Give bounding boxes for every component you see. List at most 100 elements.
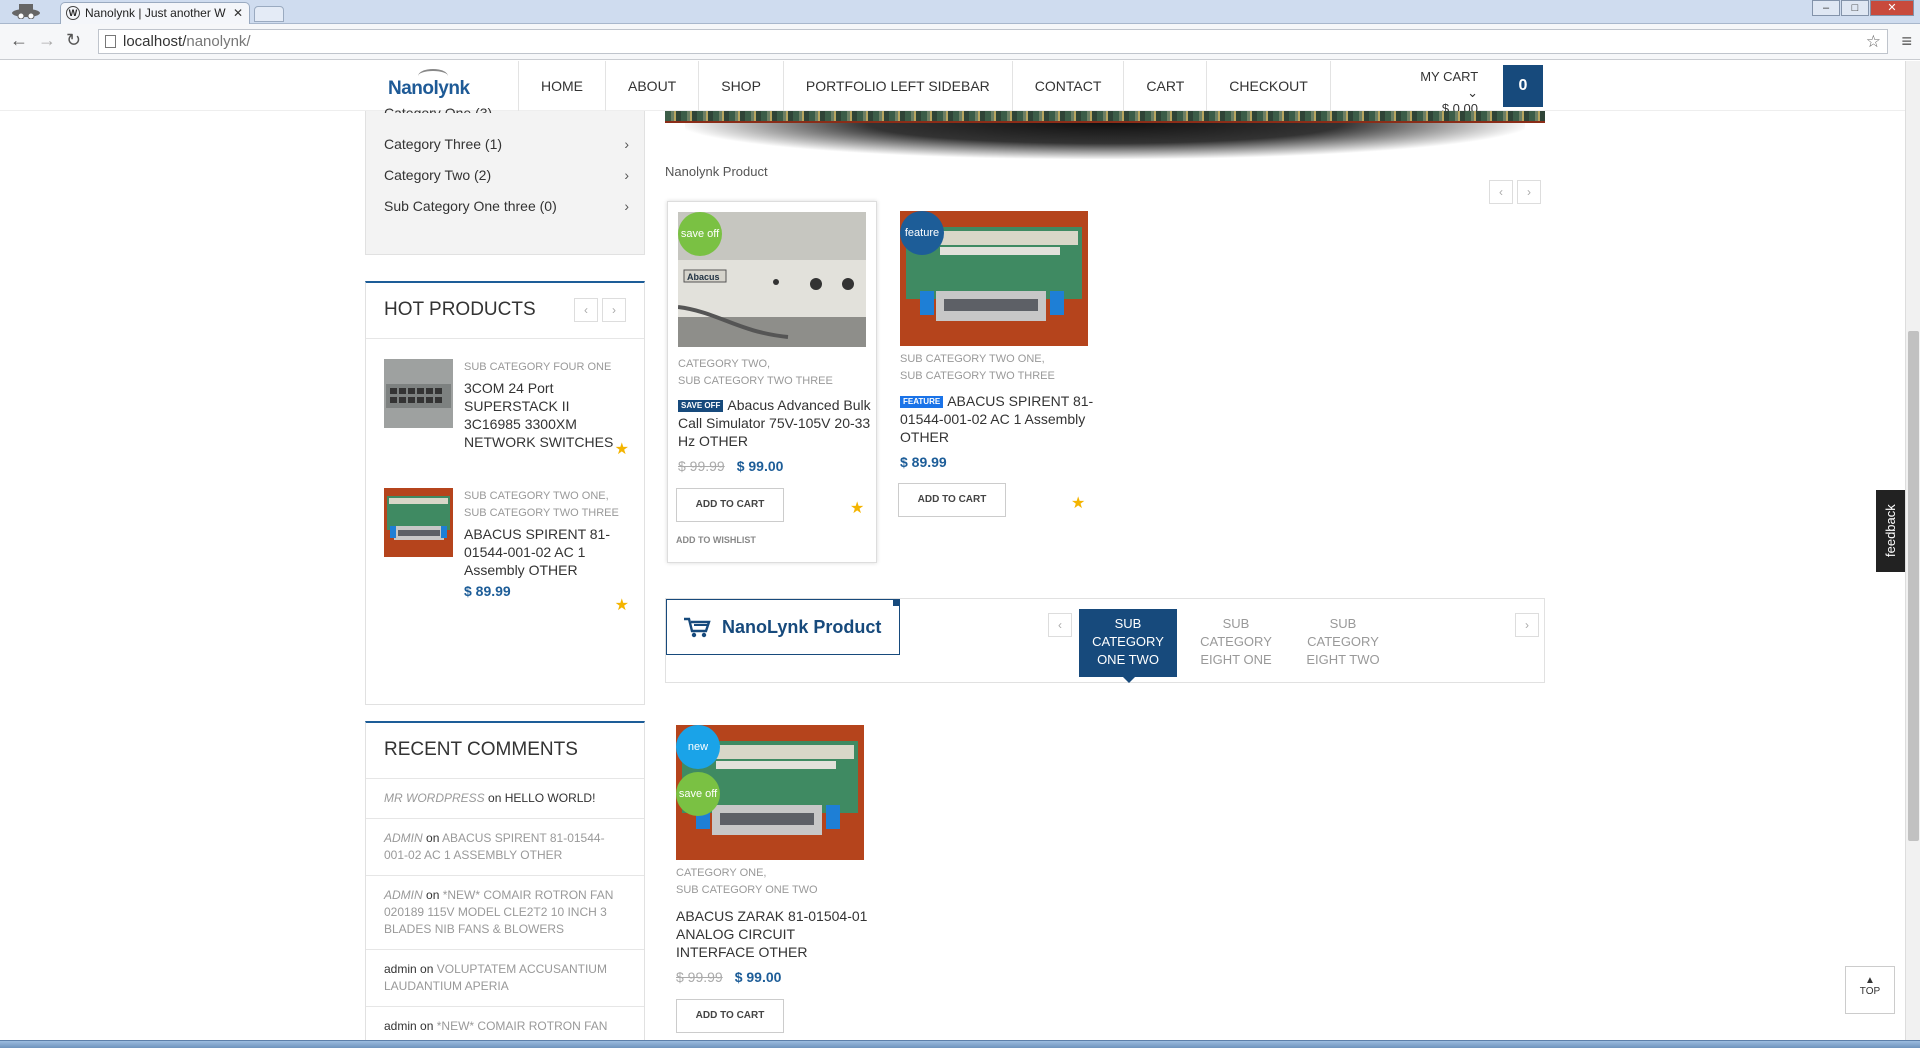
next-button[interactable]: › — [1517, 180, 1541, 204]
nav-shop[interactable]: SHOP — [699, 61, 784, 111]
nav-cart[interactable]: CART — [1124, 61, 1208, 111]
product-title[interactable]: ABACUS ZARAK 81-01504-01 ANALOG CIRCUIT … — [676, 907, 871, 961]
to-top-label: TOP — [1859, 986, 1881, 997]
reload-icon[interactable]: ↻ — [66, 30, 81, 51]
add-to-cart-button[interactable]: ADD TO CART — [676, 999, 784, 1033]
next-button[interactable]: › — [602, 298, 626, 322]
svg-text:Abacus: Abacus — [687, 272, 720, 282]
hot-product-info: SUB CATEGORY FOUR ONE 3COM 24 Port SUPER… — [464, 359, 629, 451]
tab-bar-heading: NanoLynk Product — [666, 599, 900, 655]
close-tab-icon[interactable]: ✕ — [233, 3, 243, 23]
product-price: $ 89.99 — [900, 454, 947, 470]
category-link[interactable]: SUB CATEGORY ONE TWO — [676, 882, 866, 899]
prev-button[interactable]: ‹ — [1048, 613, 1072, 637]
wordpress-icon: W — [66, 6, 80, 20]
nav-checkout[interactable]: CHECKOUT — [1207, 61, 1331, 111]
comment-author[interactable]: admin — [384, 962, 417, 976]
my-cart-dropdown[interactable]: MY CART ⌄ $ 0.00 — [1418, 69, 1478, 117]
product-price: $ 99.99 $ 99.00 — [678, 458, 783, 474]
chevron-right-icon: › — [624, 198, 629, 214]
comment-post-link[interactable]: *NEW* COMAIR ROTRON FAN — [437, 1019, 608, 1033]
product-card[interactable]: feature SUB CATEGORY TWO ONE, SUB CATEGO… — [898, 201, 1108, 521]
feedback-tab[interactable]: feedback — [1876, 490, 1906, 572]
product-categories[interactable]: SUB CATEGORY FOUR ONE — [464, 359, 629, 376]
comment-item: MR WORDPRESS on HELLO WORLD! — [366, 779, 644, 819]
comment-on: on — [488, 791, 502, 805]
save-off-badge: save off — [676, 772, 720, 816]
url-host: localhost/ — [123, 33, 187, 50]
add-to-cart-button[interactable]: ADD TO CART — [676, 488, 784, 522]
minimize-button[interactable]: – — [1812, 0, 1840, 16]
star-icon: ★ — [850, 500, 865, 517]
back-to-top-button[interactable]: ▲ TOP — [1845, 966, 1895, 1014]
product-card[interactable]: Abacus save off CATEGORY TWO, SUB CATEGO… — [667, 201, 877, 563]
comment-post-link[interactable]: HELLO WORLD! — [505, 791, 596, 805]
comment-author[interactable]: MR WORDPRESS — [384, 791, 485, 805]
my-cart-label: MY CART — [1420, 69, 1478, 84]
category-label: Category Two (2) — [384, 167, 492, 183]
back-icon[interactable]: ← — [10, 30, 28, 51]
product-thumbnail[interactable] — [384, 359, 453, 428]
category-label: Category Three (1) — [384, 136, 503, 152]
banner-slider-image[interactable] — [665, 111, 1545, 123]
window-controls: – □ ✕ — [1811, 0, 1914, 16]
product-categories: SUB CATEGORY TWO ONE, SUB CATEGORY TWO T… — [900, 351, 1090, 385]
comment-post-link[interactable]: VOLUPTATEM ACCUSANTIUM LAUDANTIUM APERIA — [384, 962, 607, 993]
site-logo[interactable]: Nanolynk — [388, 69, 470, 100]
comment-author[interactable]: admin — [384, 1019, 417, 1033]
vertical-scrollbar[interactable] — [1905, 61, 1920, 1041]
category-item[interactable]: Sub Category One three (0) › — [384, 198, 629, 214]
tab-sub-category-eight-one[interactable]: SUB CATEGORY EIGHT ONE — [1187, 609, 1285, 677]
category-link[interactable]: SUB CATEGORY TWO THREE — [678, 373, 868, 390]
site-header: Nanolynk HOME ABOUT SHOP PORTFOLIO LEFT … — [0, 61, 1905, 116]
nav-about[interactable]: ABOUT — [606, 61, 700, 111]
category-link[interactable]: SUB CATEGORY TWO THREE — [900, 368, 1090, 385]
star-icon: ★ — [1071, 495, 1086, 512]
hot-product-item[interactable]: SUB CATEGORY TWO ONE, SUB CATEGORY TWO T… — [384, 488, 629, 614]
url-path: nanolynk/ — [186, 33, 251, 50]
product-categories[interactable]: SUB CATEGORY TWO ONE, SUB CATEGORY TWO T… — [464, 488, 629, 522]
nav-contact[interactable]: CONTACT — [1013, 61, 1125, 111]
product-card[interactable]: new save off CATEGORY ONE, SUB CATEGORY … — [666, 715, 876, 1035]
prev-button[interactable]: ‹ — [1489, 180, 1513, 204]
product-title[interactable]: SAVE OFF Abacus Advanced Bulk Call Simula… — [678, 396, 878, 450]
browser-menu-icon[interactable]: ≡ — [1901, 31, 1912, 52]
hot-product-item[interactable]: SUB CATEGORY FOUR ONE 3COM 24 Port SUPER… — [384, 359, 629, 469]
category-item[interactable]: Category Three (1) › — [384, 136, 629, 152]
forward-icon[interactable]: → — [38, 30, 56, 51]
prev-button[interactable]: ‹ — [574, 298, 598, 322]
nav-portfolio-left-sidebar[interactable]: PORTFOLIO LEFT SIDEBAR — [784, 61, 1013, 111]
category-link[interactable]: CATEGORY TWO, — [678, 356, 868, 373]
tab-sub-category-one-two[interactable]: SUB CATEGORY ONE TWO — [1079, 609, 1177, 683]
product-price: $ 89.99 — [464, 583, 511, 599]
close-window-button[interactable]: ✕ — [1870, 0, 1914, 16]
url-field[interactable]: localhost/nanolynk/ ☆ — [98, 29, 1888, 54]
product-thumbnail[interactable] — [384, 488, 453, 557]
sale-price: $ 99.00 — [736, 458, 784, 474]
category-link[interactable]: SUB CATEGORY TWO ONE, — [900, 351, 1090, 368]
product-title[interactable]: FEATURE ABACUS SPIRENT 81-01544-001-02 AC… — [900, 392, 1100, 446]
cart-count-badge[interactable]: 0 — [1503, 65, 1543, 107]
browser-tab[interactable]: W Nanolynk | Just another W ✕ — [60, 2, 250, 24]
tab-sub-category-eight-two[interactable]: SUB CATEGORY EIGHT TWO — [1294, 609, 1392, 677]
product-title[interactable]: ABACUS SPIRENT 81-01544-001-02 AC 1 Asse… — [464, 525, 629, 579]
comment-author[interactable]: ADMIN — [384, 831, 423, 845]
category-label: Sub Category One three (0) — [384, 198, 557, 214]
maximize-button[interactable]: □ — [1841, 0, 1869, 16]
old-price: $ 99.99 — [678, 458, 725, 474]
save-off-tag: SAVE OFF — [678, 400, 724, 412]
comment-on: on — [420, 1019, 434, 1033]
new-tab-button[interactable] — [254, 6, 284, 22]
comment-item: admin on VOLUPTATEM ACCUSANTIUM LAUDANTI… — [366, 950, 644, 1007]
category-link[interactable]: CATEGORY ONE, — [676, 865, 866, 882]
add-to-cart-button[interactable]: ADD TO CART — [898, 483, 1006, 517]
product-title[interactable]: 3COM 24 Port SUPERSTACK II 3C16985 3300X… — [464, 379, 629, 451]
next-button[interactable]: › — [1515, 613, 1539, 637]
category-list: Category One (3) Category Three (1) › Ca… — [365, 105, 645, 255]
scrollbar-thumb[interactable] — [1908, 331, 1919, 841]
comment-author[interactable]: ADMIN — [384, 888, 423, 902]
category-item[interactable]: Category Two (2) › — [384, 167, 629, 183]
bookmark-star-icon[interactable]: ☆ — [1866, 30, 1881, 53]
nav-home[interactable]: HOME — [518, 61, 606, 111]
add-to-wishlist-link[interactable]: ADD TO WISHLIST — [676, 535, 756, 545]
